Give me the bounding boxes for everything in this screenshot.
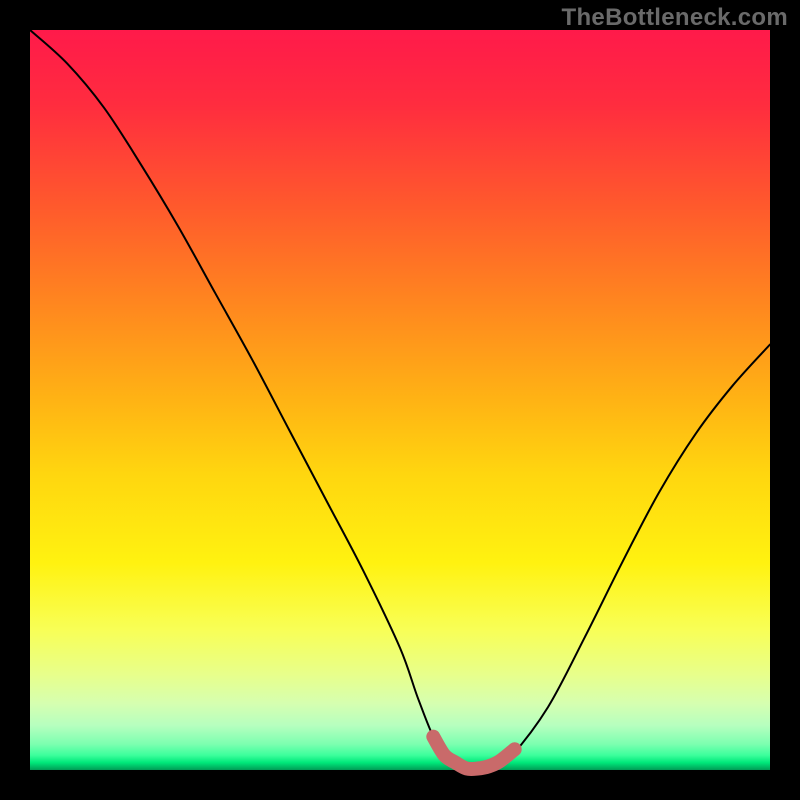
plot-area [30,30,770,770]
optimal-zone-highlight [433,737,514,769]
curve-svg [30,30,770,770]
chart-frame: TheBottleneck.com [0,0,800,800]
watermark-text: TheBottleneck.com [562,4,788,32]
bottleneck-curve [30,30,770,771]
